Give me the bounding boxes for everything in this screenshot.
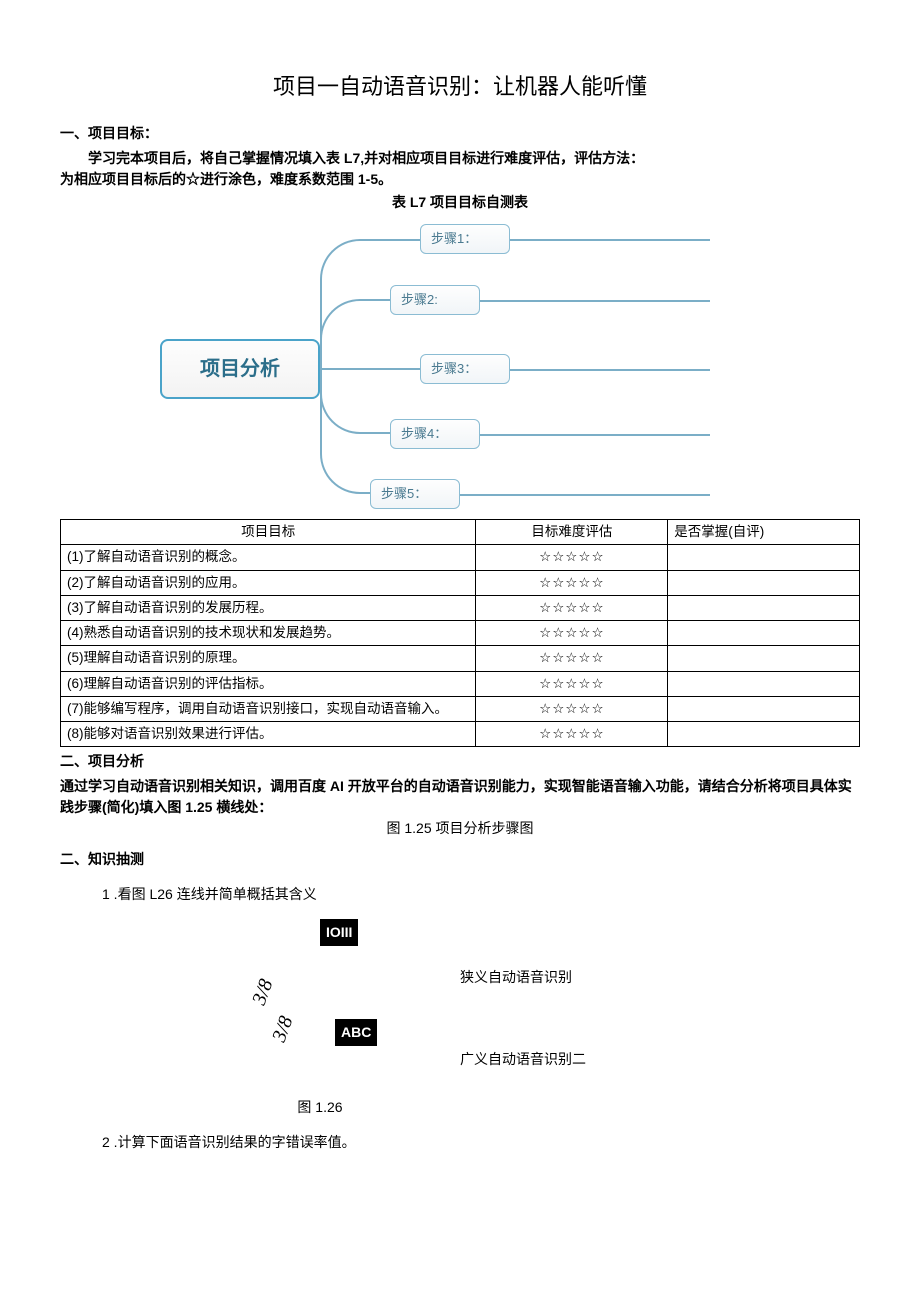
- section2-head: 二、项目分析: [60, 751, 860, 772]
- knowledge-list: 1 .看图 L26 连线并简单概括其含义: [60, 884, 860, 905]
- cell-self: [668, 696, 860, 721]
- fig126-caption: 图 1.26: [0, 1097, 860, 1118]
- cell-self: [668, 570, 860, 595]
- fig126-diagram: IOIII 3/8 3/8 ABC 狭义自动语音识别 广义自动语音识别二: [140, 919, 780, 1099]
- table-row: (1)了解自动语音识别的概念。☆☆☆☆☆: [61, 545, 860, 570]
- cell-stars: ☆☆☆☆☆: [476, 545, 668, 570]
- mindmap-step: 步骤2:: [390, 285, 480, 315]
- cell-self: [668, 671, 860, 696]
- badge-abc: ABC: [335, 1019, 377, 1046]
- mindmap-step: 步骤3：: [420, 354, 510, 384]
- list-item: 2 .计算下面语音识别结果的字错误率值。: [102, 1132, 860, 1153]
- mindmap-tail-line: [480, 434, 710, 436]
- cell-stars: ☆☆☆☆☆: [476, 570, 668, 595]
- table-header-row: 项目目标 目标难度评估 是否掌握(自评): [61, 520, 860, 545]
- badge-ioiii: IOIII: [320, 919, 358, 946]
- th-self: 是否掌握(自评): [668, 520, 860, 545]
- page-title: 项目一自动语音识别：让机器人能听懂: [60, 70, 860, 103]
- section1-para1: 学习完本项目后，将自己掌握情况填入表 L7,并对相应项目目标进行难度评估，评估方…: [60, 148, 860, 169]
- mindmap-root: 项目分析: [160, 339, 320, 399]
- list-item: 1 .看图 L26 连线并简单概括其含义: [102, 884, 860, 905]
- section3-head: 二、知识抽测: [60, 849, 860, 870]
- th-difficulty: 目标难度评估: [476, 520, 668, 545]
- cell-target: (2)了解自动语音识别的应用。: [61, 570, 476, 595]
- th-target: 项目目标: [61, 520, 476, 545]
- cell-target: (6)理解自动语音识别的评估指标。: [61, 671, 476, 696]
- mindmap-step: 步骤4：: [390, 419, 480, 449]
- table-row: (2)了解自动语音识别的应用。☆☆☆☆☆: [61, 570, 860, 595]
- rotated-fraction-1: 3/8: [244, 975, 281, 1009]
- cell-stars: ☆☆☆☆☆: [476, 671, 668, 696]
- fig125-caption: 图 1.25 项目分析步骤图: [60, 818, 860, 839]
- mindmap-tail-line: [510, 369, 710, 371]
- cell-target: (3)了解自动语音识别的发展历程。: [61, 595, 476, 620]
- cell-self: [668, 621, 860, 646]
- mindmap-step: 步骤1：: [420, 224, 510, 254]
- cell-target: (8)能够对语音识别效果进行评估。: [61, 722, 476, 747]
- goals-table: 项目目标 目标难度评估 是否掌握(自评) (1)了解自动语音识别的概念。☆☆☆☆…: [60, 519, 860, 747]
- cell-self: [668, 646, 860, 671]
- mindmap-tail-line: [510, 239, 710, 241]
- mindmap-diagram: 项目分析 步骤1： 步骤2: 步骤3： 步骤4： 步骤5：: [140, 219, 780, 519]
- table-row: (4)熟悉自动语音识别的技术现状和发展趋势。☆☆☆☆☆: [61, 621, 860, 646]
- cell-stars: ☆☆☆☆☆: [476, 646, 668, 671]
- table-row: (5)理解自动语音识别的原理。☆☆☆☆☆: [61, 646, 860, 671]
- section1-head: 一、项目目标：: [60, 123, 860, 144]
- cell-self: [668, 722, 860, 747]
- cell-stars: ☆☆☆☆☆: [476, 621, 668, 646]
- section2-para: 通过学习自动语音识别相关知识，调用百度 AI 开放平台的自动语音识别能力，实现智…: [60, 776, 860, 818]
- table-row: (7)能够编写程序，调用自动语音识别接口，实现自动语音输入。☆☆☆☆☆: [61, 696, 860, 721]
- table-row: (3)了解自动语音识别的发展历程。☆☆☆☆☆: [61, 595, 860, 620]
- cell-stars: ☆☆☆☆☆: [476, 722, 668, 747]
- cell-stars: ☆☆☆☆☆: [476, 696, 668, 721]
- section1-para2: 为相应项目目标后的☆进行涂色，难度系数范围 1-5。: [60, 169, 860, 190]
- cell-target: (7)能够编写程序，调用自动语音识别接口，实现自动语音输入。: [61, 696, 476, 721]
- table-row: (8)能够对语音识别效果进行评估。☆☆☆☆☆: [61, 722, 860, 747]
- table-row: (6)理解自动语音识别的评估指标。☆☆☆☆☆: [61, 671, 860, 696]
- cell-stars: ☆☆☆☆☆: [476, 595, 668, 620]
- cell-target: (1)了解自动语音识别的概念。: [61, 545, 476, 570]
- mindmap-tail-line: [480, 300, 710, 302]
- mindmap-connector: [320, 369, 370, 494]
- cell-self: [668, 545, 860, 570]
- label-narrow-asr: 狭义自动语音识别: [460, 967, 572, 988]
- label-broad-asr: 广义自动语音识别二: [460, 1049, 586, 1070]
- cell-self: [668, 595, 860, 620]
- cell-target: (4)熟悉自动语音识别的技术现状和发展趋势。: [61, 621, 476, 646]
- mindmap-step: 步骤5：: [370, 479, 460, 509]
- mindmap-tail-line: [460, 494, 710, 496]
- knowledge-list-2: 2 .计算下面语音识别结果的字错误率值。: [60, 1132, 860, 1153]
- table-l7-caption: 表 L7 项目目标自测表: [60, 192, 860, 213]
- cell-target: (5)理解自动语音识别的原理。: [61, 646, 476, 671]
- rotated-fraction-2: 3/8: [264, 1012, 301, 1046]
